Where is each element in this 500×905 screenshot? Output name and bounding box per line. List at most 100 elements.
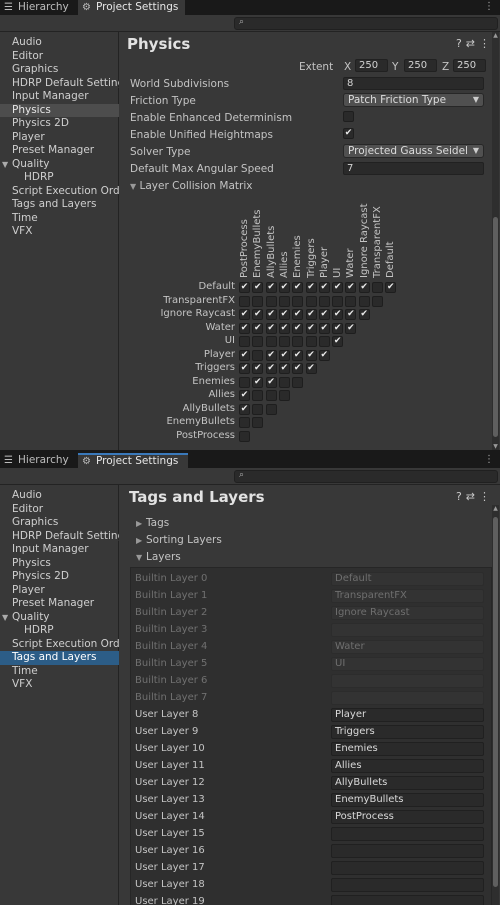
layer-name-field[interactable] bbox=[331, 844, 484, 858]
search-field[interactable] bbox=[249, 471, 489, 482]
preset-icon[interactable]: ⇄ bbox=[466, 490, 479, 503]
extent-y-field[interactable]: 250 bbox=[404, 59, 437, 72]
matrix-checkbox-default-player[interactable]: ✔ bbox=[318, 282, 330, 293]
matrix-checkbox-transparentfx-ignore-raycast[interactable] bbox=[358, 295, 370, 307]
matrix-checkbox-default-triggers[interactable]: ✔ bbox=[305, 282, 317, 293]
sidebar-item-input-manager[interactable]: Input Manager bbox=[0, 543, 119, 557]
layer-name-field[interactable]: AllyBullets bbox=[331, 776, 484, 790]
layer-name-field[interactable]: Player bbox=[331, 708, 484, 722]
matrix-checkbox-transparentfx-water[interactable] bbox=[345, 295, 357, 307]
matrix-checkbox-ui-postprocess[interactable] bbox=[239, 336, 250, 347]
matrix-checkbox-transparentfx-transparentfx[interactable] bbox=[372, 295, 383, 307]
matrix-checkbox-default-allies[interactable]: ✔ bbox=[278, 282, 290, 293]
sidebar-item-time[interactable]: Time bbox=[0, 665, 119, 679]
matrix-checkbox-allybullets-postprocess[interactable]: ✔ bbox=[239, 403, 250, 415]
extent-z-field[interactable]: 250 bbox=[453, 59, 486, 72]
matrix-checkbox-triggers-triggers[interactable]: ✔ bbox=[305, 363, 317, 374]
sidebar-item-hdrp[interactable]: HDRP bbox=[0, 171, 119, 185]
sidebar-item-physics-2d[interactable]: Physics 2D bbox=[0, 570, 119, 584]
scrollbar[interactable]: ▲ bbox=[492, 505, 499, 905]
matrix-checkbox-ui-player[interactable] bbox=[318, 336, 330, 347]
matrix-checkbox-transparentfx-player[interactable] bbox=[318, 295, 330, 307]
tab-hierarchy[interactable]: ☰ Hierarchy bbox=[0, 0, 76, 15]
sidebar-item-player[interactable]: Player bbox=[0, 131, 119, 145]
sidebar-item-hdrp-default-settings[interactable]: HDRP Default Settings bbox=[0, 77, 119, 91]
matrix-checkbox-transparentfx-enemybullets[interactable] bbox=[252, 295, 264, 307]
sidebar-item-editor[interactable]: Editor bbox=[0, 503, 119, 517]
tab-project-settings[interactable]: ⚙ Project Settings bbox=[78, 453, 188, 468]
matrix-checkbox-enemies-enemies[interactable] bbox=[292, 376, 304, 388]
friction-type-dropdown[interactable]: Patch Friction Type ▼ bbox=[343, 93, 484, 107]
matrix-checkbox-enemybullets-enemybullets[interactable] bbox=[252, 417, 264, 428]
sidebar-item-tags-and-layers[interactable]: Tags and Layers bbox=[0, 198, 119, 212]
matrix-checkbox-ignore-raycast-player[interactable]: ✔ bbox=[318, 309, 330, 320]
layer-name-field[interactable] bbox=[331, 878, 484, 892]
matrix-checkbox-allybullets-allybullets[interactable] bbox=[265, 403, 277, 415]
matrix-checkbox-player-triggers[interactable]: ✔ bbox=[305, 349, 317, 361]
matrix-checkbox-default-postprocess[interactable]: ✔ bbox=[239, 282, 250, 293]
sidebar-item-preset-manager[interactable]: Preset Manager bbox=[0, 597, 119, 611]
matrix-checkbox-water-enemies[interactable]: ✔ bbox=[292, 322, 304, 334]
matrix-checkbox-player-allybullets[interactable]: ✔ bbox=[265, 349, 277, 361]
extent-x-field[interactable]: 250 bbox=[355, 59, 388, 72]
layer-name-field[interactable]: Allies bbox=[331, 759, 484, 773]
matrix-checkbox-default-enemies[interactable]: ✔ bbox=[292, 282, 304, 293]
matrix-checkbox-water-postprocess[interactable]: ✔ bbox=[239, 322, 250, 334]
sorting-layers-foldout[interactable]: ▶ Sorting Layers bbox=[136, 534, 222, 546]
matrix-checkbox-default-enemybullets[interactable]: ✔ bbox=[252, 282, 264, 293]
sidebar-item-graphics[interactable]: Graphics bbox=[0, 516, 119, 530]
sidebar-item-vfx[interactable]: VFX bbox=[0, 678, 119, 692]
matrix-checkbox-triggers-allybullets[interactable]: ✔ bbox=[265, 363, 277, 374]
matrix-checkbox-enemies-allybullets[interactable]: ✔ bbox=[265, 376, 277, 388]
help-icon[interactable]: ? bbox=[456, 37, 466, 50]
sidebar-item-audio[interactable]: Audio bbox=[0, 489, 119, 503]
matrix-checkbox-enemies-allies[interactable] bbox=[278, 376, 290, 388]
sidebar-item-audio[interactable]: Audio bbox=[0, 36, 119, 50]
matrix-checkbox-water-allybullets[interactable]: ✔ bbox=[265, 322, 277, 334]
matrix-checkbox-allies-enemybullets[interactable] bbox=[252, 390, 264, 401]
matrix-checkbox-triggers-postprocess[interactable]: ✔ bbox=[239, 363, 250, 374]
matrix-checkbox-default-ignore-raycast[interactable]: ✔ bbox=[358, 282, 370, 293]
more-options-icon[interactable]: ⋮ bbox=[484, 453, 494, 467]
layer-name-field[interactable]: Enemies bbox=[331, 742, 484, 756]
search-field[interactable] bbox=[249, 18, 489, 29]
sidebar-item-physics-2d[interactable]: Physics 2D bbox=[0, 117, 119, 131]
more-options-icon[interactable]: ⋮ bbox=[484, 0, 494, 14]
sidebar-item-quality[interactable]: ▼ Quality bbox=[0, 158, 119, 172]
matrix-checkbox-default-allybullets[interactable]: ✔ bbox=[265, 282, 277, 293]
matrix-checkbox-player-postprocess[interactable]: ✔ bbox=[239, 349, 250, 361]
sidebar-item-editor[interactable]: Editor bbox=[0, 50, 119, 64]
enhanced-determinism-checkbox[interactable] bbox=[343, 111, 354, 122]
scroll-down-icon[interactable]: ▼ bbox=[492, 443, 499, 450]
matrix-checkbox-default-water[interactable]: ✔ bbox=[345, 282, 357, 293]
sidebar-item-hdrp[interactable]: HDRP bbox=[0, 624, 119, 638]
sidebar-item-script-execution-order[interactable]: Script Execution Order bbox=[0, 638, 119, 652]
scroll-thumb[interactable] bbox=[493, 217, 498, 437]
layer-name-field[interactable] bbox=[331, 861, 484, 875]
matrix-checkbox-ui-allybullets[interactable] bbox=[265, 336, 277, 347]
matrix-checkbox-player-enemybullets[interactable] bbox=[252, 349, 264, 361]
sidebar-item-physics[interactable]: Physics bbox=[0, 557, 119, 571]
search-input[interactable]: ⌕ bbox=[234, 17, 498, 30]
menu-icon[interactable]: ⋮ bbox=[479, 490, 494, 503]
scroll-up-icon[interactable]: ▲ bbox=[492, 32, 499, 39]
chevron-down-icon[interactable]: ▼ bbox=[2, 158, 8, 172]
matrix-checkbox-water-triggers[interactable]: ✔ bbox=[305, 322, 317, 334]
chevron-down-icon[interactable]: ▼ bbox=[2, 611, 8, 625]
tab-project-settings[interactable]: ⚙ Project Settings bbox=[78, 0, 185, 15]
matrix-checkbox-default-transparentfx[interactable] bbox=[372, 282, 383, 293]
matrix-checkbox-allybullets-enemybullets[interactable] bbox=[252, 403, 264, 415]
matrix-checkbox-ignore-raycast-allybullets[interactable]: ✔ bbox=[265, 309, 277, 320]
matrix-checkbox-enemybullets-postprocess[interactable] bbox=[239, 417, 250, 428]
matrix-checkbox-water-water[interactable]: ✔ bbox=[345, 322, 357, 334]
max-angular-speed-field[interactable]: 7 bbox=[343, 162, 484, 175]
matrix-checkbox-transparentfx-allies[interactable] bbox=[278, 295, 290, 307]
matrix-checkbox-transparentfx-postprocess[interactable] bbox=[239, 295, 250, 307]
matrix-checkbox-player-allies[interactable]: ✔ bbox=[278, 349, 290, 361]
matrix-checkbox-ignore-raycast-ui[interactable]: ✔ bbox=[332, 309, 344, 320]
sidebar-item-graphics[interactable]: Graphics bbox=[0, 63, 119, 77]
matrix-checkbox-ui-allies[interactable] bbox=[278, 336, 290, 347]
matrix-checkbox-triggers-allies[interactable]: ✔ bbox=[278, 363, 290, 374]
matrix-checkbox-postprocess-postprocess[interactable] bbox=[239, 430, 250, 442]
matrix-checkbox-ui-ui[interactable]: ✔ bbox=[332, 336, 344, 347]
